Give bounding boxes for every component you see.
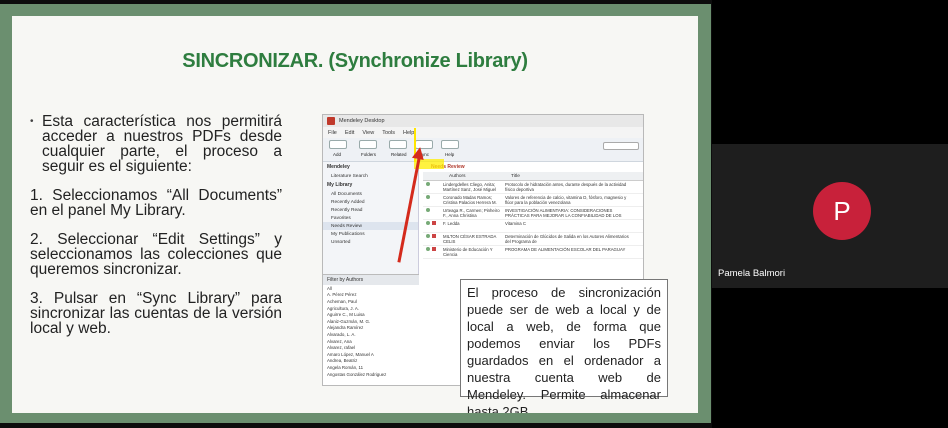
toolbar-help: Help bbox=[445, 152, 455, 157]
toolbar-folders: Folders bbox=[361, 152, 377, 157]
filter-header: Filter by Authors bbox=[323, 275, 419, 285]
participant-tile[interactable]: P Pamela Balmori bbox=[712, 144, 948, 288]
menu-help: Help bbox=[403, 129, 415, 136]
filter-item: A. Pérez Pérez bbox=[327, 292, 357, 298]
meeting-stage: SINCRONIZAR. (Synchronize Library) • Esta… bbox=[0, 0, 948, 428]
mendeley-menubar: File Edit View Tools Help bbox=[323, 127, 643, 138]
filter-item: All bbox=[327, 285, 332, 291]
bullet-intro-text: Esta característica nos permitirá accede… bbox=[42, 113, 282, 175]
filter-item: Alaniz-Guzmán, M. G. bbox=[327, 318, 371, 324]
row-title: INVESTIGACIÓN ALIMENTARIA: CONSIDERACION… bbox=[505, 208, 622, 218]
filter-item: Acheman, Paul bbox=[327, 298, 357, 304]
status-dot-icon bbox=[426, 195, 430, 199]
filter-item: Aguirre C., M Luisa bbox=[327, 312, 365, 318]
row-title: Determinación de Glúcidos de Salida en l… bbox=[505, 234, 629, 244]
list-item: Ministerio de Educación Y Ciencia PROGRAM… bbox=[423, 246, 643, 259]
row-author: Lindergdelles Cliego, Anita; Martínez Sa… bbox=[443, 182, 497, 192]
row-icons bbox=[423, 234, 443, 245]
help-icon bbox=[441, 140, 459, 149]
filter-item: Alvarez, Ana bbox=[327, 338, 352, 344]
sidebar-item-recently-added: Recently Added bbox=[331, 199, 365, 205]
section-title: Needs Review bbox=[431, 164, 465, 170]
row-title: Protocolo de hidratación antes, durante … bbox=[505, 182, 627, 192]
mendeley-sidebar: Mendeley Literature Search My Library Al… bbox=[323, 162, 419, 385]
step-3: 3. Pulsar en “Sync Library” para sincron… bbox=[30, 290, 282, 337]
row-title: PROGRAMA DE ALIMENTACIÓN ESCOLAR DEL PAR… bbox=[505, 247, 626, 252]
pdf-icon bbox=[432, 221, 436, 225]
status-dot-icon bbox=[426, 182, 430, 186]
toolbar-related: Related bbox=[391, 152, 407, 157]
status-dot-icon bbox=[426, 247, 430, 251]
mendeley-toolbar: Add Folders Related Sync Help bbox=[323, 138, 643, 162]
sidebar-item-literature-search: Literature Search bbox=[331, 173, 368, 179]
callout-box: El proceso de sincronización puede ser d… bbox=[460, 279, 668, 413]
bullet-dot-icon: • bbox=[30, 116, 34, 127]
sidebar-item-all-documents: All Documents bbox=[331, 191, 362, 197]
folders-icon bbox=[359, 140, 377, 149]
menu-tools: Tools bbox=[382, 129, 396, 136]
pdf-icon bbox=[432, 234, 436, 238]
column-authors: Authors bbox=[449, 174, 466, 179]
avatar: P bbox=[813, 182, 871, 240]
filter-item: Andrea, Beatriz bbox=[327, 358, 358, 364]
screen-share: SINCRONIZAR. (Synchronize Library) • Esta… bbox=[0, 0, 712, 428]
column-icons bbox=[423, 174, 449, 180]
slide-title: SINCRONIZAR. (Synchronize Library) bbox=[182, 50, 528, 72]
filter-item: Angostas González Rodriguez bbox=[327, 371, 387, 377]
menu-view: View bbox=[362, 129, 375, 136]
mendeley-titlebar: Mendeley Desktop bbox=[323, 115, 643, 127]
row-title: Vitamina C bbox=[505, 221, 526, 226]
pdf-icon bbox=[432, 247, 436, 251]
list-columns: Authors Title bbox=[423, 172, 643, 181]
sidebar-item-recently-read: Recently Read bbox=[331, 207, 363, 213]
row-author: MILTON CÉSAR ESTRADA CELIS bbox=[443, 234, 497, 244]
step-1: 1. Seleccionamos “All Documents” en el p… bbox=[30, 187, 282, 219]
toolbar-add: Add bbox=[333, 152, 342, 157]
filter-item: Alejandra Ramírez bbox=[327, 325, 364, 331]
list-item: F. Ledda Vitamina C bbox=[423, 220, 643, 233]
list-item: Urteaga R., Carmen; Pinheiro F., Anna Ch… bbox=[423, 207, 643, 220]
row-icons bbox=[423, 247, 443, 258]
search-field bbox=[603, 142, 639, 150]
author-filter-panel: Filter by Authors All A. Pérez Pérez Ach… bbox=[323, 274, 419, 385]
slide-frame: SINCRONIZAR. (Synchronize Library) • Esta… bbox=[0, 4, 711, 423]
bullet-intro: • Esta característica nos permitirá acced… bbox=[30, 113, 282, 175]
row-title: Valores de referencia de calcio, vitamin… bbox=[505, 195, 627, 205]
column-title: Title bbox=[511, 174, 520, 179]
menu-file: File bbox=[328, 129, 337, 136]
list-item: Coronado Madas Ramos; Cristina Palacios … bbox=[423, 194, 643, 207]
menu-edit: Edit bbox=[344, 129, 355, 136]
related-icon bbox=[389, 140, 407, 149]
slide-body: • Esta característica nos permitirá acced… bbox=[30, 114, 282, 350]
mendeley-app-title: Mendeley Desktop bbox=[339, 118, 385, 124]
list-item: MILTON CÉSAR ESTRADA CELIS Determinación … bbox=[423, 233, 643, 246]
add-icon bbox=[329, 140, 347, 149]
sidebar-group-mendeley: Mendeley bbox=[327, 164, 350, 170]
row-author: Urteaga R., Carmen; Pinheiro F., Anna Ch… bbox=[443, 208, 500, 218]
row-icons bbox=[423, 221, 443, 232]
row-author: Coronado Madas Ramos; Cristina Palacios … bbox=[443, 195, 497, 205]
status-dot-icon bbox=[426, 208, 430, 212]
row-author: F. Ledda bbox=[443, 221, 460, 226]
step-2: 2. Seleccionar “Edit Settings” y selecci… bbox=[30, 231, 282, 278]
status-dot-icon bbox=[426, 234, 430, 238]
presentation-slide: SINCRONIZAR. (Synchronize Library) • Esta… bbox=[12, 16, 698, 413]
filter-item: Amaro López, Manuel A bbox=[327, 351, 374, 357]
sidebar-group-my-library: My Library bbox=[327, 182, 353, 188]
mendeley-logo-icon bbox=[327, 117, 335, 125]
row-icons bbox=[423, 208, 443, 219]
red-arrow-icon bbox=[411, 145, 427, 161]
list-item: Lindergdelles Cliego, Anita; Martínez Sa… bbox=[423, 181, 643, 194]
filter-item: Alvarez, rafael bbox=[327, 345, 356, 351]
row-icons bbox=[423, 195, 443, 206]
row-author: Ministerio de Educación Y Ciencia bbox=[443, 247, 493, 257]
row-icons bbox=[423, 182, 443, 193]
filter-item: Alvarado, L. A. bbox=[327, 331, 356, 337]
filter-item: Angela Román, 11 bbox=[327, 364, 364, 370]
status-dot-icon bbox=[426, 221, 430, 225]
sidebar-item-favorites: Favorites bbox=[331, 215, 351, 221]
participant-name: Pamela Balmori bbox=[718, 268, 786, 279]
filter-item: Agricultura, J. A. bbox=[327, 305, 359, 311]
